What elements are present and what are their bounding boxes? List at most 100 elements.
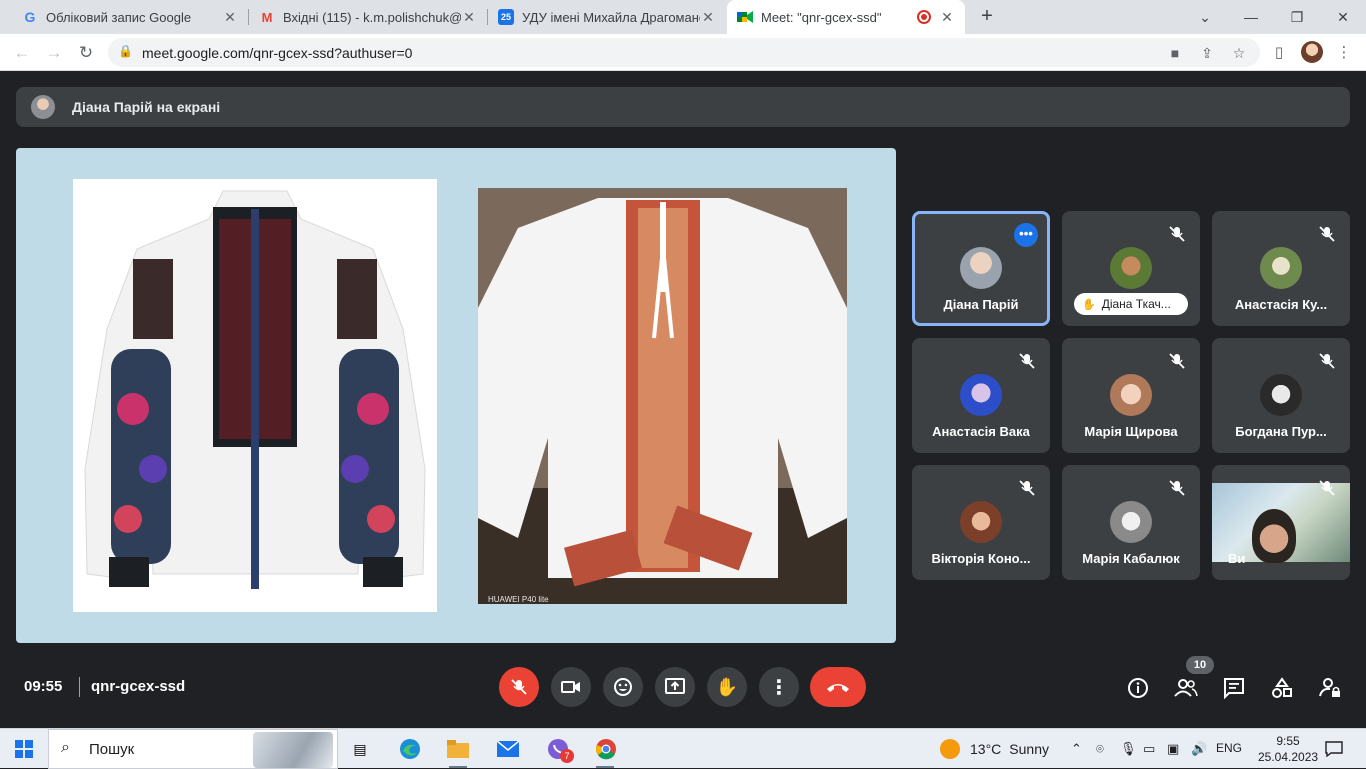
raised-hand-icon: ✋ [1082, 298, 1096, 311]
meeting-clock: 09:55 [24, 678, 63, 695]
presentation-screen[interactable]: HUAWEI P40 lite [16, 148, 896, 643]
meeting-info-button[interactable] [1125, 675, 1151, 701]
info-icon [1128, 678, 1148, 698]
chat-button[interactable] [1221, 675, 1247, 701]
microphone-tray-icon[interactable]: 🎙 [1120, 741, 1137, 757]
participant-tile[interactable]: Богдана Пур... [1212, 338, 1350, 453]
self-view-tile[interactable]: Ви [1212, 465, 1350, 580]
lock-icon[interactable]: 🔒 [118, 44, 133, 58]
side-panel-icon[interactable]: ▯ [1267, 41, 1291, 65]
battery-icon[interactable]: ▭ [1143, 741, 1155, 757]
task-view-icon[interactable]: ▤ [348, 737, 372, 761]
start-button[interactable] [12, 737, 36, 761]
participant-tile[interactable]: ✋ Діана Ткач... [1062, 211, 1200, 326]
presenting-text: Діана Парій на екрані [72, 99, 221, 115]
participant-tile[interactable]: Марія Щирова [1062, 338, 1200, 453]
host-controls-button[interactable] [1317, 675, 1343, 701]
reactions-button[interactable] [603, 667, 643, 707]
tab-meet[interactable]: Meet: "qnr-gcex-ssd" ✕ [727, 0, 965, 34]
hand-icon: ✋ [715, 676, 739, 697]
more-options-icon[interactable]: ••• [1014, 223, 1038, 247]
avatar [1110, 374, 1152, 416]
divider [79, 677, 80, 697]
raise-hand-button[interactable]: ✋ [707, 667, 747, 707]
present-screen-button[interactable] [655, 667, 695, 707]
avatar [960, 247, 1002, 289]
tab-gmail[interactable]: M Вхідні (115) - k.m.polishchuk@np ✕ [249, 0, 487, 34]
weather-condition: Sunny [1009, 741, 1049, 757]
embroidered-shirt-image-2: HUAWEI P40 lite [478, 188, 847, 604]
participant-name: Анастасія Вака [932, 424, 1030, 439]
google-icon: G [24, 9, 36, 25]
volume-icon[interactable]: 🔊 [1191, 741, 1207, 757]
edge-icon[interactable] [398, 737, 422, 761]
participant-tile[interactable]: Анастасія Ку... [1212, 211, 1350, 326]
chevron-up-icon[interactable]: ⌃ [1071, 741, 1082, 757]
tab-title: Обліковий запис Google [46, 9, 192, 25]
restore-button[interactable]: ❐ [1274, 0, 1320, 34]
mic-toggle-button[interactable] [499, 667, 539, 707]
weather-widget[interactable]: 13°C Sunny [940, 739, 1049, 759]
taskbar-search[interactable]: ⌕ Пошук [48, 729, 338, 769]
viber-icon[interactable]: 7 [546, 737, 574, 763]
participant-tile[interactable]: Анастасія Вака [912, 338, 1050, 453]
presenting-banner: Діана Парій на екрані [16, 87, 1350, 127]
camera-toggle-button[interactable] [551, 667, 591, 707]
file-explorer-icon[interactable] [446, 737, 470, 761]
mail-icon[interactable] [496, 737, 520, 761]
tab-google-account[interactable]: G Обліковий запис Google ✕ [12, 0, 248, 34]
more-options-button[interactable]: ⋮ [759, 667, 799, 707]
back-button[interactable]: ← [10, 41, 34, 65]
meet-icon [737, 9, 753, 25]
browser-tab-strip: G Обліковий запис Google ✕ M Вхідні (115… [0, 0, 1366, 34]
forward-button[interactable]: → [42, 41, 66, 65]
tab-title: Meet: "qnr-gcex-ssd" [761, 9, 882, 25]
new-tab-button[interactable]: + [976, 5, 998, 29]
camera-in-use-icon[interactable]: ■ [1166, 44, 1184, 62]
camera-tray-icon[interactable]: ⌾ [1096, 741, 1104, 757]
calendar-icon: 25 [498, 9, 514, 25]
avatar [1110, 247, 1152, 289]
close-icon[interactable]: ✕ [222, 9, 238, 26]
camera-watermark: HUAWEI P40 lite [488, 595, 549, 604]
close-window-button[interactable]: ✕ [1320, 0, 1366, 34]
participant-tile[interactable]: Марія Кабалюк [1062, 465, 1200, 580]
menu-dots-icon[interactable]: ⋮ [1332, 41, 1356, 65]
presenter-avatar [31, 95, 55, 119]
lock-person-icon [1319, 678, 1340, 697]
notifications-icon[interactable] [1322, 737, 1346, 761]
reload-button[interactable]: ↻ [74, 41, 98, 65]
mic-off-icon [1169, 226, 1185, 242]
avatar [960, 501, 1002, 543]
activities-button[interactable] [1269, 675, 1295, 701]
people-button[interactable] [1173, 675, 1199, 701]
chrome-icon[interactable] [594, 737, 618, 761]
bookmark-star-icon[interactable]: ☆ [1230, 44, 1248, 62]
language-indicator[interactable]: ENG [1216, 741, 1242, 755]
profile-avatar[interactable] [1301, 41, 1323, 63]
mic-off-icon [1019, 480, 1035, 496]
close-icon[interactable]: ✕ [939, 9, 955, 26]
tab-calendar[interactable]: 25 УДУ імені Михайла Драгоманова ✕ [488, 0, 726, 34]
activities-icon [1272, 677, 1292, 698]
close-icon[interactable]: ✕ [461, 9, 477, 26]
avatar [1110, 501, 1152, 543]
mic-off-icon [1319, 226, 1335, 242]
avatar [960, 374, 1002, 416]
share-icon[interactable]: ⇪ [1198, 44, 1216, 62]
embroidered-shirt-image-1 [73, 179, 437, 612]
network-icon[interactable]: ▣ [1167, 741, 1179, 757]
participant-name: Марія Щирова [1084, 424, 1178, 439]
tab-search-icon[interactable]: ⌄ [1182, 0, 1228, 34]
windows-taskbar: ⌕ Пошук ▤ 7 13°C Sunny ⌃ ⌾ 🎙 ▭ ▣ 🔊 ENG 9… [0, 728, 1366, 769]
leave-call-button[interactable] [810, 667, 866, 707]
close-icon[interactable]: ✕ [700, 9, 716, 26]
avatar [1260, 374, 1302, 416]
participant-tile[interactable]: Вікторія Коно... [912, 465, 1050, 580]
participant-tile[interactable]: ••• Діана Парій [912, 211, 1050, 326]
gmail-icon: M [261, 9, 273, 25]
minimize-button[interactable]: — [1228, 0, 1274, 34]
url-text[interactable]: meet.google.com/qnr-gcex-ssd?authuser=0 [142, 45, 412, 61]
taskbar-clock[interactable]: 9:55 25.04.2023 [1258, 733, 1318, 765]
omnibox[interactable]: 🔒 meet.google.com/qnr-gcex-ssd?authuser=… [108, 38, 1260, 67]
